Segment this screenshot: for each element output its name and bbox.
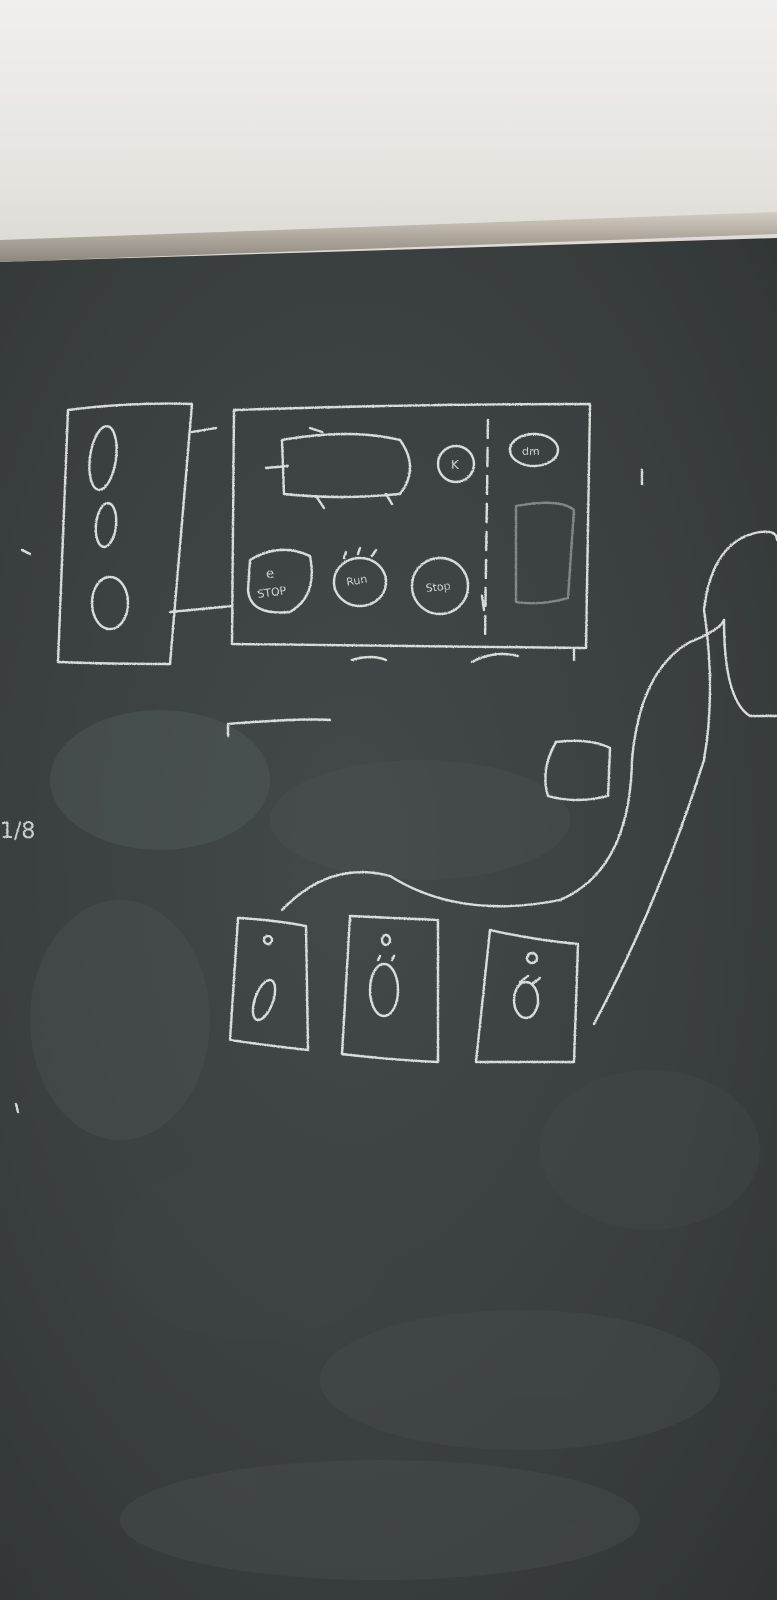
chalkboard-scene: e STOP Run Stop K dm 1/8	[0, 212, 777, 1600]
margin-mark: 1/8	[0, 819, 35, 844]
estop-label-top: e	[266, 567, 274, 582]
stop-button-label: Stop	[425, 579, 451, 595]
corner-circle-label: dm	[522, 445, 540, 458]
k-circle-label: K	[451, 458, 460, 472]
